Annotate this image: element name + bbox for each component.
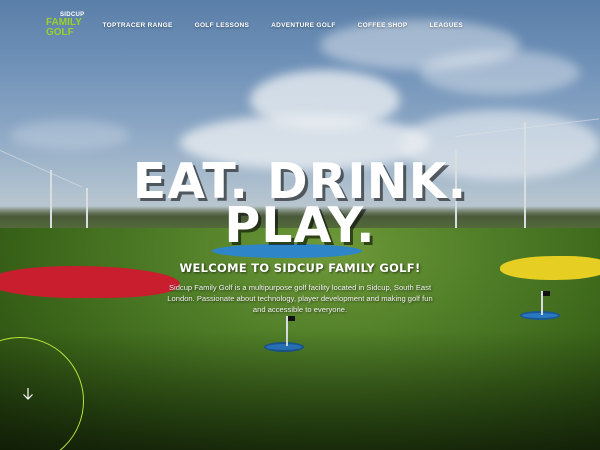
cloud [420, 50, 580, 95]
flag [288, 316, 295, 321]
welcome-heading: WELCOME TO SIDCUP FAMILY GOLF! [179, 261, 421, 275]
flag [543, 291, 550, 296]
cloud [10, 120, 130, 150]
blue-target-circle [520, 311, 560, 320]
logo-line-3: GOLF [46, 27, 74, 38]
top-nav: SIDCUP FAMILY GOLF TOPTRACER RANGE GOLF … [46, 10, 600, 40]
site-logo[interactable]: SIDCUP FAMILY GOLF [46, 12, 84, 38]
hero-description: Sidcup Family Golf is a multipurpose gol… [167, 283, 433, 314]
nav-item-leagues[interactable]: LEAGUES [430, 22, 464, 29]
arrow-down-icon[interactable] [20, 386, 36, 402]
nav-links: TOPTRACER RANGE GOLF LESSONS ADVENTURE G… [102, 22, 485, 29]
headline-line-2: PLAY. [224, 197, 376, 254]
nav-item-adventure-golf[interactable]: ADVENTURE GOLF [271, 22, 336, 29]
nav-item-toptracer-range[interactable]: TOPTRACER RANGE [102, 22, 172, 29]
bottom-shade [0, 330, 600, 450]
nav-item-coffee-shop[interactable]: COFFEE SHOP [358, 22, 408, 29]
hero-section: SIDCUP FAMILY GOLF TOPTRACER RANGE GOLF … [0, 0, 600, 450]
nav-item-golf-lessons[interactable]: GOLF LESSONS [195, 22, 250, 29]
